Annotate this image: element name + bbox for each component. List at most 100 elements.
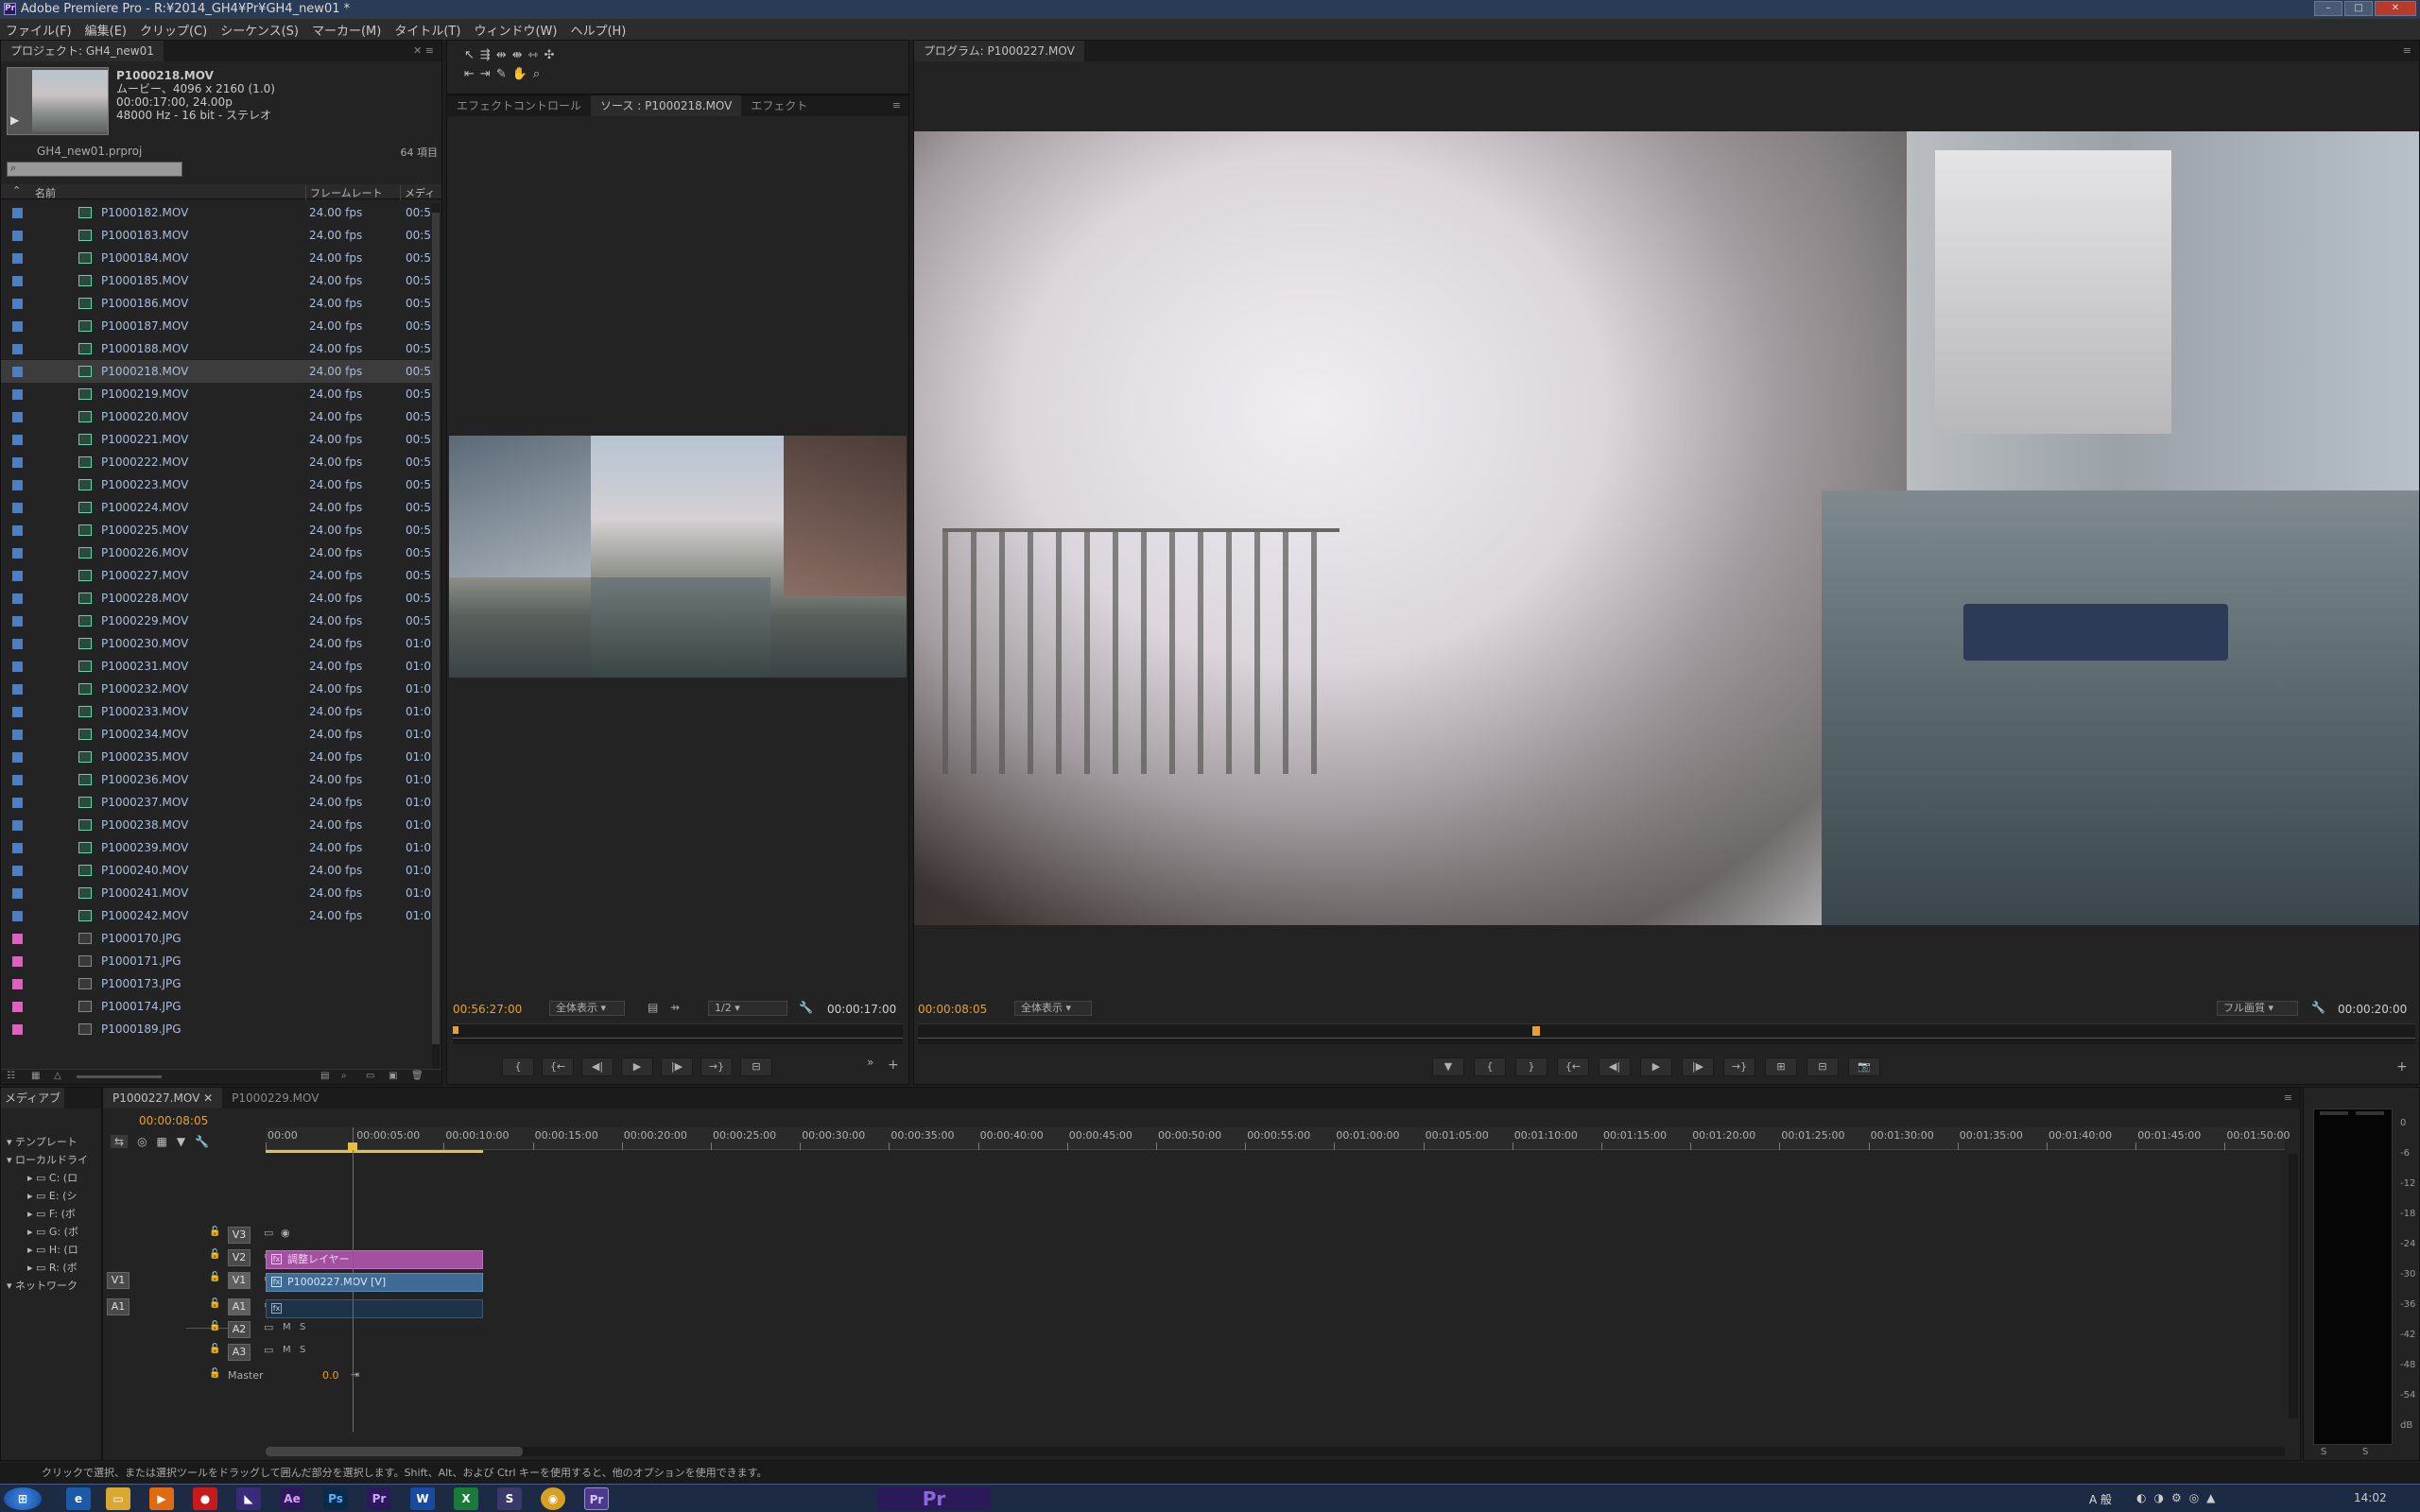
tree-drive-c[interactable]: ▸ ▭ C: (ロ [7,1169,88,1187]
more-controls-icon[interactable]: » [867,1056,873,1069]
clip-video-p1000227[interactable]: fx P1000227.MOV [V] [266,1273,483,1292]
step-forward-button[interactable]: |▶ [661,1057,693,1076]
tab-project[interactable]: プロジェクト: GH4_new01 [1,41,164,61]
source-patch-v1[interactable]: V1 [107,1272,130,1289]
panel-menu-icon[interactable]: ≡ [2284,1091,2292,1104]
col-media-header[interactable]: メディ [400,185,435,200]
tree-network[interactable]: ▾ ネットワーク [7,1277,88,1295]
project-item-row[interactable]: P1000183.MOV 24.00 fps 00:5 [1,224,432,247]
tree-drive-g[interactable]: ▸ ▭ G: (ボ [7,1223,88,1241]
label-color-swatch[interactable] [12,888,23,899]
find-icon[interactable]: ⌕ [341,1071,347,1081]
label-color-swatch[interactable] [12,775,23,785]
project-item-row[interactable]: P1000236.MOV 24.00 fps 01:0 [1,768,432,791]
zoom-tool-icon[interactable]: ⌕ [533,67,545,81]
panel-menu-icon[interactable]: ✕ ≡ [413,44,434,57]
program-time-ruler[interactable] [918,1023,2415,1044]
project-item-row[interactable]: P1000224.MOV 24.00 fps 00:5 [1,496,432,519]
icon-view-icon[interactable]: ▦ [31,1071,40,1081]
label-color-swatch[interactable] [12,843,23,853]
lock-icon[interactable]: 🔓 [209,1249,220,1260]
solo-button[interactable]: S [300,1345,305,1355]
source-zoom-dropdown[interactable]: 全体表示 ▾ [549,1001,625,1016]
track-target-a3[interactable]: A3 [228,1344,251,1361]
track-target-v3[interactable]: V3 [228,1227,251,1244]
menu-title[interactable]: タイトル(T) [394,21,460,39]
tab-source[interactable]: ソース : P1000218.MOV [591,95,742,116]
sort-up-icon[interactable]: ⌃ [12,184,21,197]
add-marker-icon[interactable]: ▼ [177,1135,185,1148]
label-color-swatch[interactable] [12,525,23,536]
work-area-bar[interactable] [266,1150,483,1153]
sync-lock-icon[interactable]: ▭ [264,1227,273,1239]
system-tray-icons[interactable]: ◐◑⚙◎▲ [2136,1491,2222,1504]
linked-selection-icon[interactable]: ◎ [137,1135,147,1148]
tab-media-browser[interactable]: メディアブ [1,1088,65,1108]
step-back-button[interactable]: ◀| [1599,1057,1631,1076]
label-color-swatch[interactable] [12,730,23,740]
project-item-row[interactable]: P1000223.MOV 24.00 fps 00:5 [1,473,432,496]
lock-icon[interactable]: 🔓 [209,1298,220,1309]
clip-adjustment-layer[interactable]: fx 調整レイヤー [266,1250,483,1269]
go-to-out-button[interactable]: →} [700,1057,733,1076]
add-marker-button[interactable]: ▼ [1432,1057,1464,1076]
clip-audio-p1000227[interactable]: fx [266,1299,483,1318]
label-color-swatch[interactable] [12,299,23,309]
project-item-row[interactable]: P1000185.MOV 24.00 fps 00:5 [1,269,432,292]
tab-program[interactable]: プログラム: P1000227.MOV [914,41,1084,61]
label-color-swatch[interactable] [12,367,23,377]
taskbar-media-icon[interactable]: ▶ [149,1487,174,1510]
project-item-row[interactable]: P1000170.JPG [1,927,432,950]
sync-lock-icon[interactable]: ▭ [264,1344,273,1356]
label-color-swatch[interactable] [12,435,23,445]
label-color-swatch[interactable] [12,616,23,627]
project-item-row[interactable]: P1000228.MOV 24.00 fps 00:5 [1,587,432,610]
col-fps-header[interactable]: フレームレート [305,185,383,200]
menu-sequence[interactable]: シーケンス(S) [220,21,299,39]
play-button[interactable]: ▶ [621,1057,653,1076]
col-name-header[interactable]: 名前 [35,185,56,200]
label-color-swatch[interactable] [12,956,23,967]
taskbar-ie-icon[interactable]: e [66,1487,91,1510]
timeline-ruler[interactable]: 00:00 00:00:05:00 00:00:10:00 00:00:15:00 00… [266,1127,2290,1150]
lock-icon[interactable]: 🔓 [209,1368,220,1379]
menu-help[interactable]: ヘルプ(H) [570,21,626,39]
go-to-out-button[interactable]: →} [1723,1057,1755,1076]
bin-icon[interactable]: ▤ [320,1071,329,1081]
project-item-row[interactable]: P1000238.MOV 24.00 fps 01:0 [1,814,432,836]
label-color-swatch[interactable] [12,1002,23,1012]
taskbar-chrome-icon[interactable]: ◉ [541,1487,565,1510]
extract-button[interactable]: ⊟ [1806,1057,1839,1076]
zoom-slider[interactable] [77,1075,162,1078]
minimize-button[interactable]: – [2314,1,2342,16]
taskbar-explorer-icon[interactable]: ▭ [106,1487,130,1510]
wrench-icon[interactable]: 🔧 [799,1001,813,1014]
mark-in-button[interactable]: { [502,1057,534,1076]
track-target-v1[interactable]: V1 [228,1272,251,1289]
solo-button[interactable]: S [300,1322,305,1332]
timeline-playhead-timecode[interactable]: 00:00:08:05 [139,1114,208,1127]
ime-indicator[interactable]: A 般 [2089,1491,2112,1507]
taskbar-vs-icon[interactable]: ◣ [236,1487,261,1510]
rate-stretch-tool-icon[interactable]: ⇿ [528,48,544,62]
track-target-a2[interactable]: A2 [228,1321,251,1338]
label-color-swatch[interactable] [12,1024,23,1035]
ripple-edit-tool-icon[interactable]: ⇹ [496,48,512,62]
menu-window[interactable]: ウィンドウ(W) [474,21,557,39]
eye-icon[interactable]: ◉ [281,1227,290,1239]
add-button-icon[interactable]: + [888,1057,899,1073]
label-color-swatch[interactable] [12,979,23,989]
label-color-swatch[interactable] [12,253,23,264]
label-color-swatch[interactable] [12,321,23,332]
project-item-row[interactable]: P1000234.MOV 24.00 fps 01:0 [1,723,432,746]
go-to-in-button[interactable]: {← [1557,1057,1589,1076]
label-color-swatch[interactable] [12,231,23,241]
source-playhead-timecode[interactable]: 00:56:27:00 [453,1003,522,1016]
project-item-row[interactable]: P1000189.JPG [1,1018,432,1040]
label-color-swatch[interactable] [12,571,23,581]
panel-menu-icon[interactable]: ≡ [2403,44,2411,57]
lock-icon[interactable]: 🔓 [209,1272,220,1282]
project-item-row[interactable]: P1000173.JPG [1,972,432,995]
insert-button[interactable]: ⊟ [740,1057,772,1076]
project-item-row[interactable]: P1000171.JPG [1,950,432,972]
